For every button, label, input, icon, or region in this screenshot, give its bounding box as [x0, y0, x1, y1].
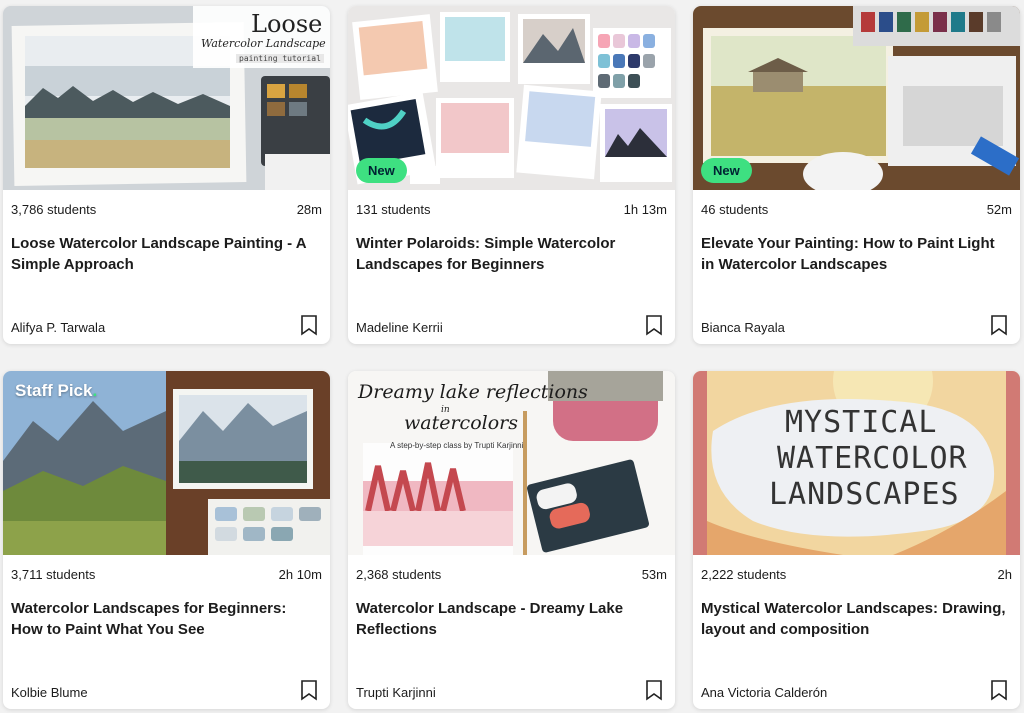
course-author[interactable]: Alifya P. Tarwala — [11, 320, 105, 335]
course-title[interactable]: Elevate Your Painting: How to Paint Ligh… — [701, 233, 1010, 275]
course-card[interactable]: New 46 students 52m Elevate Your Paintin… — [693, 6, 1020, 344]
thumbnail-subtitle: Watercolor Landscape — [201, 37, 326, 50]
course-author[interactable]: Kolbie Blume — [11, 685, 88, 700]
thumbnail-landscapes: LANDSCAPES — [769, 477, 960, 512]
bookmark-icon[interactable] — [645, 314, 663, 336]
staff-pick-label: Staff Pick. — [15, 381, 98, 400]
course-duration: 52m — [986, 202, 1012, 217]
thumbnail-title-dreamy: Dreamy lake reflections — [358, 381, 588, 403]
student-count: 131 students — [356, 202, 431, 217]
course-thumbnail[interactable]: New — [348, 6, 675, 190]
course-card[interactable]: Dreamy lake reflections in watercolors A… — [348, 371, 675, 709]
thumbnail-caption: painting tutorial — [236, 54, 324, 63]
course-card[interactable]: MYSTICAL WATERCOLOR LANDSCAPES 2,222 stu… — [693, 371, 1020, 709]
course-meta: 2,222 students 2h — [701, 567, 1012, 582]
thumbnail-watercolor: WATERCOLOR — [777, 441, 968, 476]
course-author[interactable]: Madeline Kerrii — [356, 320, 443, 335]
course-card[interactable]: Staff Pick. 3,711 students 2h 10m Waterc… — [3, 371, 330, 709]
course-duration: 1h 13m — [623, 202, 667, 217]
thumbnail-watercolors: watercolors — [404, 412, 518, 434]
bookmark-icon[interactable] — [990, 679, 1008, 701]
course-meta: 3,711 students 2h 10m — [11, 567, 322, 582]
student-count: 2,222 students — [701, 567, 787, 582]
bookmark-icon[interactable] — [300, 314, 318, 336]
course-title[interactable]: Winter Polaroids: Simple Watercolor Land… — [356, 233, 665, 275]
course-meta: 3,786 students 28m — [11, 202, 322, 217]
course-thumbnail[interactable]: Staff Pick. — [3, 371, 330, 555]
course-thumbnail[interactable]: Dreamy lake reflections in watercolors A… — [348, 371, 675, 555]
course-card[interactable]: New 131 students 1h 13m Winter Polaroids… — [348, 6, 675, 344]
course-author[interactable]: Bianca Rayala — [701, 320, 785, 335]
course-duration: 28m — [296, 202, 322, 217]
bookmark-icon[interactable] — [990, 314, 1008, 336]
course-thumbnail[interactable]: Loose Watercolor Landscape painting tuto… — [3, 6, 330, 190]
bookmark-icon[interactable] — [645, 679, 663, 701]
course-author[interactable]: Trupti Karjinni — [356, 685, 436, 700]
course-author[interactable]: Ana Victoria Calderón — [701, 685, 827, 700]
new-badge: New — [701, 158, 752, 183]
thumbnail-title-loose: Loose — [251, 10, 323, 38]
course-thumbnail[interactable]: MYSTICAL WATERCOLOR LANDSCAPES — [693, 371, 1020, 555]
staff-pick-dot: . — [92, 381, 98, 400]
student-count: 3,711 students — [11, 567, 96, 582]
new-badge: New — [356, 158, 407, 183]
thumbnail-mystical: MYSTICAL — [785, 405, 938, 440]
course-meta: 2,368 students 53m — [356, 567, 667, 582]
course-title[interactable]: Loose Watercolor Landscape Painting - A … — [11, 233, 320, 275]
course-duration: 53m — [641, 567, 667, 582]
course-title[interactable]: Watercolor Landscape - Dreamy Lake Refle… — [356, 598, 665, 640]
course-meta: 131 students 1h 13m — [356, 202, 667, 217]
course-duration: 2h — [997, 567, 1012, 582]
course-title[interactable]: Watercolor Landscapes for Beginners: How… — [11, 598, 320, 640]
course-meta: 46 students 52m — [701, 202, 1012, 217]
student-count: 46 students — [701, 202, 769, 217]
course-card[interactable]: Loose Watercolor Landscape painting tuto… — [3, 6, 330, 344]
bookmark-icon[interactable] — [300, 679, 318, 701]
student-count: 3,786 students — [11, 202, 97, 217]
course-title[interactable]: Mystical Watercolor Landscapes: Drawing,… — [701, 598, 1010, 640]
thumbnail-byline: A step-by-step class by Trupti Karjinni — [390, 441, 524, 450]
course-duration: 2h 10m — [278, 567, 322, 582]
course-thumbnail[interactable]: New — [693, 6, 1020, 190]
student-count: 2,368 students — [356, 567, 442, 582]
